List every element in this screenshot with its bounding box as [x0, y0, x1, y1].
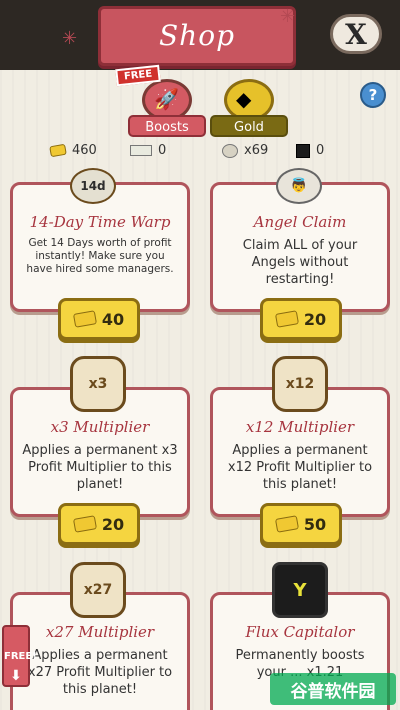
- bill-balance: 0: [130, 143, 166, 158]
- flux-balance-value: 0: [316, 143, 325, 158]
- price-label: 20: [101, 514, 125, 534]
- angel-icon: [222, 143, 238, 158]
- tab-boosts-label: Boosts: [128, 115, 206, 137]
- multiplier-badge: x12: [285, 376, 315, 392]
- card-title: x27 Multiplier: [45, 623, 155, 641]
- multiplier-badge: x3: [88, 376, 108, 392]
- sparkle-icon: ✳: [280, 6, 296, 27]
- card-title: x12 Multiplier: [245, 418, 355, 436]
- card-description: Applies a permanent x27 Profit Multiplie…: [27, 648, 173, 697]
- page-title: Shop: [159, 19, 235, 52]
- price-label: 20: [303, 309, 327, 329]
- close-button[interactable]: X: [330, 14, 382, 54]
- watermark: 谷普软件园: [270, 673, 396, 705]
- gold-gem-icon: [72, 310, 97, 328]
- bill-icon: [130, 145, 152, 156]
- flux-balance: 0: [296, 143, 324, 158]
- card-title: 14-Day Time Warp: [29, 213, 171, 231]
- price-label: 40: [101, 309, 125, 329]
- card-description: Applies a permanent x3 Profit Multiplier…: [22, 443, 178, 492]
- gold-gem-icon: [274, 515, 299, 533]
- currency-bar: 460 0 x69 0: [0, 143, 400, 165]
- help-button[interactable]: ?: [360, 82, 386, 108]
- shop-title-ribbon: Shop: [98, 6, 296, 66]
- card-description: Applies a permanent x12 Profit Multiplie…: [227, 443, 373, 492]
- bill-balance-value: 0: [158, 143, 167, 158]
- gold-balance: 460: [49, 143, 97, 158]
- moneybag-icon: x3: [70, 356, 126, 412]
- gold-gem-icon: [72, 515, 97, 533]
- gold-gem-icon: ◆: [236, 87, 252, 111]
- angel-balance-value: x69: [244, 143, 269, 158]
- card-description: Claim ALL of your Angels without restart…: [242, 238, 358, 287]
- arrow-down-icon: ⬇: [10, 668, 22, 684]
- moneybag-icon: x12: [272, 356, 328, 412]
- rocket-icon: 🚀: [154, 87, 179, 111]
- side-free-label: FREE!: [4, 651, 37, 662]
- sparkle-icon: ✳: [62, 28, 78, 49]
- time-warp-icon: 14d: [70, 168, 116, 204]
- gold-balance-value: 460: [72, 143, 97, 158]
- card-title: Flux Capitalor: [245, 623, 355, 641]
- angel-balance: x69: [222, 143, 268, 158]
- tab-boosts[interactable]: 🚀 FREE Boosts: [115, 64, 206, 137]
- moneybag-icon: x27: [70, 562, 126, 618]
- card-title: Angel Claim: [253, 213, 347, 231]
- tab-gold[interactable]: ◆ Gold: [210, 75, 288, 137]
- card-description: Get 14 Days worth of profit instantly! M…: [26, 237, 174, 275]
- card-title: x3 Multiplier: [50, 418, 150, 436]
- flux-capacitor-icon: Y: [272, 562, 328, 618]
- multiplier-badge: x27: [83, 582, 113, 598]
- gold-gem-icon: [274, 310, 299, 328]
- side-free-offer[interactable]: FREE! ⬇: [2, 625, 37, 687]
- buy-time-warp-button[interactable]: 40: [58, 298, 140, 340]
- buy-angel-claim-button[interactable]: 20: [260, 298, 342, 340]
- flux-icon: [296, 143, 310, 158]
- price-label: 50: [303, 514, 327, 534]
- buy-x3-multiplier-button[interactable]: 20: [58, 503, 140, 545]
- angel-icon: 👼: [276, 168, 322, 204]
- tab-gold-label: Gold: [210, 115, 288, 137]
- gold-gem-icon: [49, 143, 67, 158]
- buy-x12-multiplier-button[interactable]: 50: [260, 503, 342, 545]
